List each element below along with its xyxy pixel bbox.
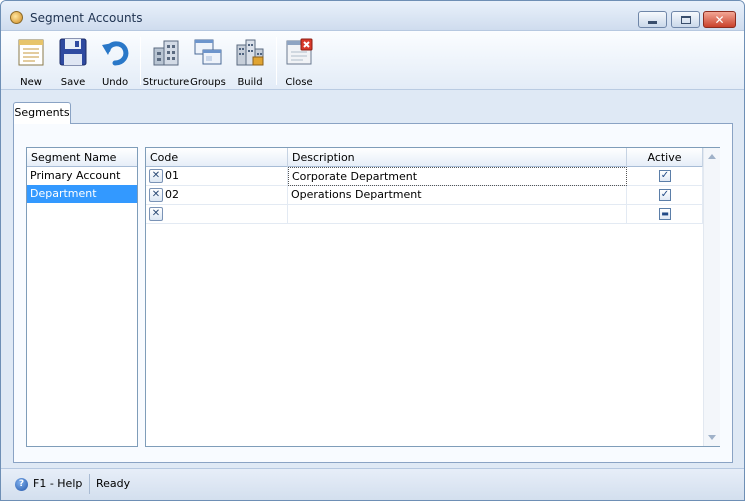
active-checkbox[interactable]: ✓ xyxy=(659,170,671,182)
table-row: ✕ 02 Operations Department ✓ xyxy=(146,186,703,205)
code-value: 02 xyxy=(165,188,179,201)
close-window-icon xyxy=(286,38,313,65)
help-hint: F1 - Help xyxy=(33,477,83,490)
column-header-description[interactable]: Description xyxy=(288,148,627,167)
structure-building-icon xyxy=(153,40,179,66)
window-title: Segment Accounts xyxy=(30,11,143,25)
description-cell[interactable]: Operations Department xyxy=(288,186,627,205)
description-cell[interactable] xyxy=(288,205,627,224)
groups-label: Groups xyxy=(190,77,226,88)
active-checkbox-indeterminate[interactable]: ▬ xyxy=(659,208,671,220)
status-bar: ? F1 - Help Ready xyxy=(1,468,744,500)
segment-accounts-window: Segment Accounts ✕ New Save Undo Structu… xyxy=(0,0,745,501)
code-cell[interactable]: ✕ 01 xyxy=(146,167,288,186)
code-value: 01 xyxy=(165,169,179,182)
segment-item-department[interactable]: Department xyxy=(27,185,137,203)
close-button[interactable]: Close xyxy=(279,34,319,88)
close-icon: ✕ xyxy=(714,12,725,27)
close-label: Close xyxy=(285,77,313,88)
new-label: New xyxy=(20,77,42,88)
scroll-up-icon[interactable] xyxy=(708,154,716,159)
build-button[interactable]: Build xyxy=(230,34,270,88)
toolbar-separator xyxy=(276,37,277,85)
undo-arrow-icon xyxy=(102,41,129,66)
maximize-button[interactable] xyxy=(671,11,700,28)
save-button[interactable]: Save xyxy=(53,34,93,88)
segment-item-primary-account[interactable]: Primary Account xyxy=(27,167,137,185)
minimize-button[interactable] xyxy=(638,11,667,28)
segment-codes-grid: Code Description Active ✕ 01 Corporate D… xyxy=(145,147,720,447)
table-row-new: ✕ ▬ xyxy=(146,205,703,224)
delete-row-icon[interactable]: ✕ xyxy=(149,169,163,183)
code-cell[interactable]: ✕ 02 xyxy=(146,186,288,205)
column-header-code[interactable]: Code xyxy=(146,148,288,167)
delete-row-icon[interactable]: ✕ xyxy=(149,188,163,202)
groups-windows-icon xyxy=(194,39,222,65)
vertical-scrollbar[interactable] xyxy=(703,148,720,446)
minimize-icon xyxy=(648,20,657,24)
table-row: ✕ 01 Corporate Department ✓ xyxy=(146,167,703,186)
help-icon[interactable]: ? xyxy=(15,478,28,491)
toolbar-separator xyxy=(140,37,141,85)
build-label: Build xyxy=(237,77,263,88)
floppy-disk-icon xyxy=(59,38,87,66)
code-cell[interactable]: ✕ xyxy=(146,205,288,224)
structure-button[interactable]: Structure xyxy=(143,34,189,88)
status-divider xyxy=(89,474,90,494)
grid-header: Code Description Active xyxy=(146,148,703,167)
undo-label: Undo xyxy=(101,77,129,88)
segment-list: Segment Name Primary Account Department xyxy=(26,147,138,447)
toolbar: New Save Undo Structure Groups Build Clo… xyxy=(1,31,744,90)
maximize-icon xyxy=(680,15,691,24)
active-cell: ✓ xyxy=(627,167,703,186)
segment-list-header[interactable]: Segment Name xyxy=(27,148,137,167)
groups-button[interactable]: Groups xyxy=(188,34,228,88)
active-checkbox[interactable]: ✓ xyxy=(659,189,671,201)
app-icon xyxy=(10,11,23,24)
description-cell[interactable]: Corporate Department xyxy=(288,167,627,186)
column-header-active[interactable]: Active xyxy=(627,148,703,167)
build-city-icon xyxy=(236,39,264,66)
active-cell: ▬ xyxy=(627,205,703,224)
status-text: Ready xyxy=(96,477,131,490)
structure-label: Structure xyxy=(142,77,190,88)
save-label: Save xyxy=(60,77,86,88)
title-bar: Segment Accounts ✕ xyxy=(1,1,744,31)
window-close-button[interactable]: ✕ xyxy=(703,11,736,28)
new-button[interactable]: New xyxy=(11,34,51,88)
undo-button[interactable]: Undo xyxy=(95,34,135,88)
scroll-down-icon[interactable] xyxy=(708,435,716,440)
active-cell: ✓ xyxy=(627,186,703,205)
tab-segments[interactable]: Segments xyxy=(13,102,71,124)
delete-row-icon[interactable]: ✕ xyxy=(149,207,163,221)
new-document-icon xyxy=(18,39,44,66)
